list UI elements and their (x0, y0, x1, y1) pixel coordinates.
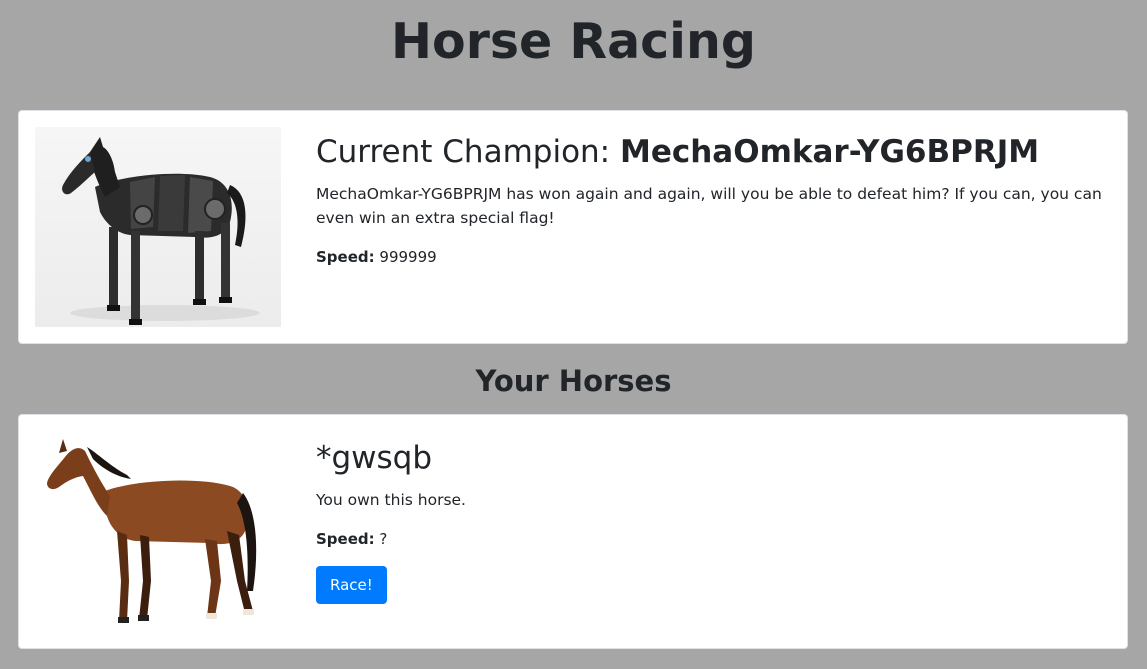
horse-description: You own this horse. (316, 491, 466, 509)
page-title: Horse Racing (391, 13, 756, 70)
horse-name: *gwsqb (316, 440, 433, 476)
page: Horse Racing Current Champion: MechaOmka… (0, 0, 1147, 669)
horse-body: *gwsqb You own this horse. Speed: ? Race… (316, 437, 1111, 604)
champion-title-prefix: Current Champion: (316, 134, 620, 170)
champion-speed-value: 999999 (379, 248, 437, 266)
champion-speed-label: Speed: (316, 248, 375, 266)
champion-body: Current Champion: MechaOmkar-YG6BPRJM Me… (316, 131, 1111, 269)
robot-horse-icon (62, 137, 260, 325)
horse-speed-value: ? (379, 530, 388, 548)
horse-image (35, 431, 281, 631)
horse-speed: Speed: ? (316, 527, 1111, 551)
champion-image (35, 127, 281, 327)
champion-card: Current Champion: MechaOmkar-YG6BPRJM Me… (18, 110, 1128, 344)
your-horses-heading: Your Horses (475, 364, 672, 398)
champion-title: Current Champion: MechaOmkar-YG6BPRJM (316, 131, 1111, 173)
champion-name: MechaOmkar-YG6BPRJM (619, 134, 1040, 170)
horse-speed-label: Speed: (316, 530, 375, 548)
champion-description: MechaOmkar-YG6BPRJM has won again and ag… (316, 185, 1102, 227)
champion-speed: Speed: 999999 (316, 245, 1111, 269)
bay-horse-icon (47, 439, 257, 623)
horse-card: *gwsqb You own this horse. Speed: ? Race… (18, 414, 1128, 649)
race-button[interactable]: Race! (316, 566, 387, 604)
